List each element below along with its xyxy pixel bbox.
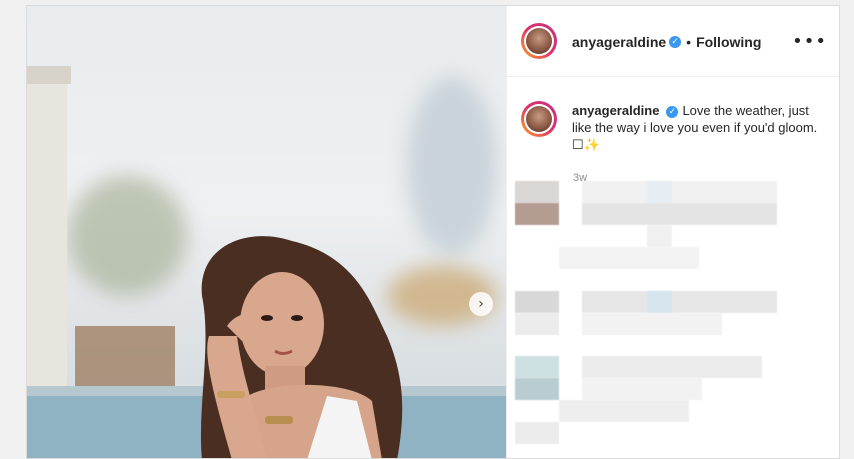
post-header: anyageraldine ✓ • Following ••• <box>507 6 839 77</box>
photo-scene <box>27 66 506 458</box>
chevron-right-icon: › <box>478 296 484 312</box>
header-username[interactable]: anyageraldine <box>572 34 666 50</box>
verified-badge-icon: ✓ <box>666 105 679 118</box>
caption-avatar[interactable] <box>521 101 557 137</box>
verified-badge-icon: ✓ <box>669 36 682 48</box>
caption: anyageraldine ✓ Love the weather, just lik… <box>572 102 827 153</box>
author-avatar[interactable] <box>521 23 557 59</box>
next-photo-button[interactable]: › <box>469 292 493 316</box>
post-photo[interactable]: › <box>27 6 506 458</box>
header-line: anyageraldine ✓ • Following <box>572 34 761 50</box>
post-container: › anyageraldine ✓ • Following ••• anyage… <box>26 5 840 459</box>
caption-emoji: ☐✨ <box>572 137 600 152</box>
post-side-panel: anyageraldine ✓ • Following ••• anyagera… <box>506 6 839 458</box>
more-options-icon[interactable]: ••• <box>792 31 827 52</box>
separator-dot: • <box>686 34 692 50</box>
following-button[interactable]: Following <box>696 34 761 50</box>
caption-username[interactable]: anyageraldine <box>572 103 659 118</box>
